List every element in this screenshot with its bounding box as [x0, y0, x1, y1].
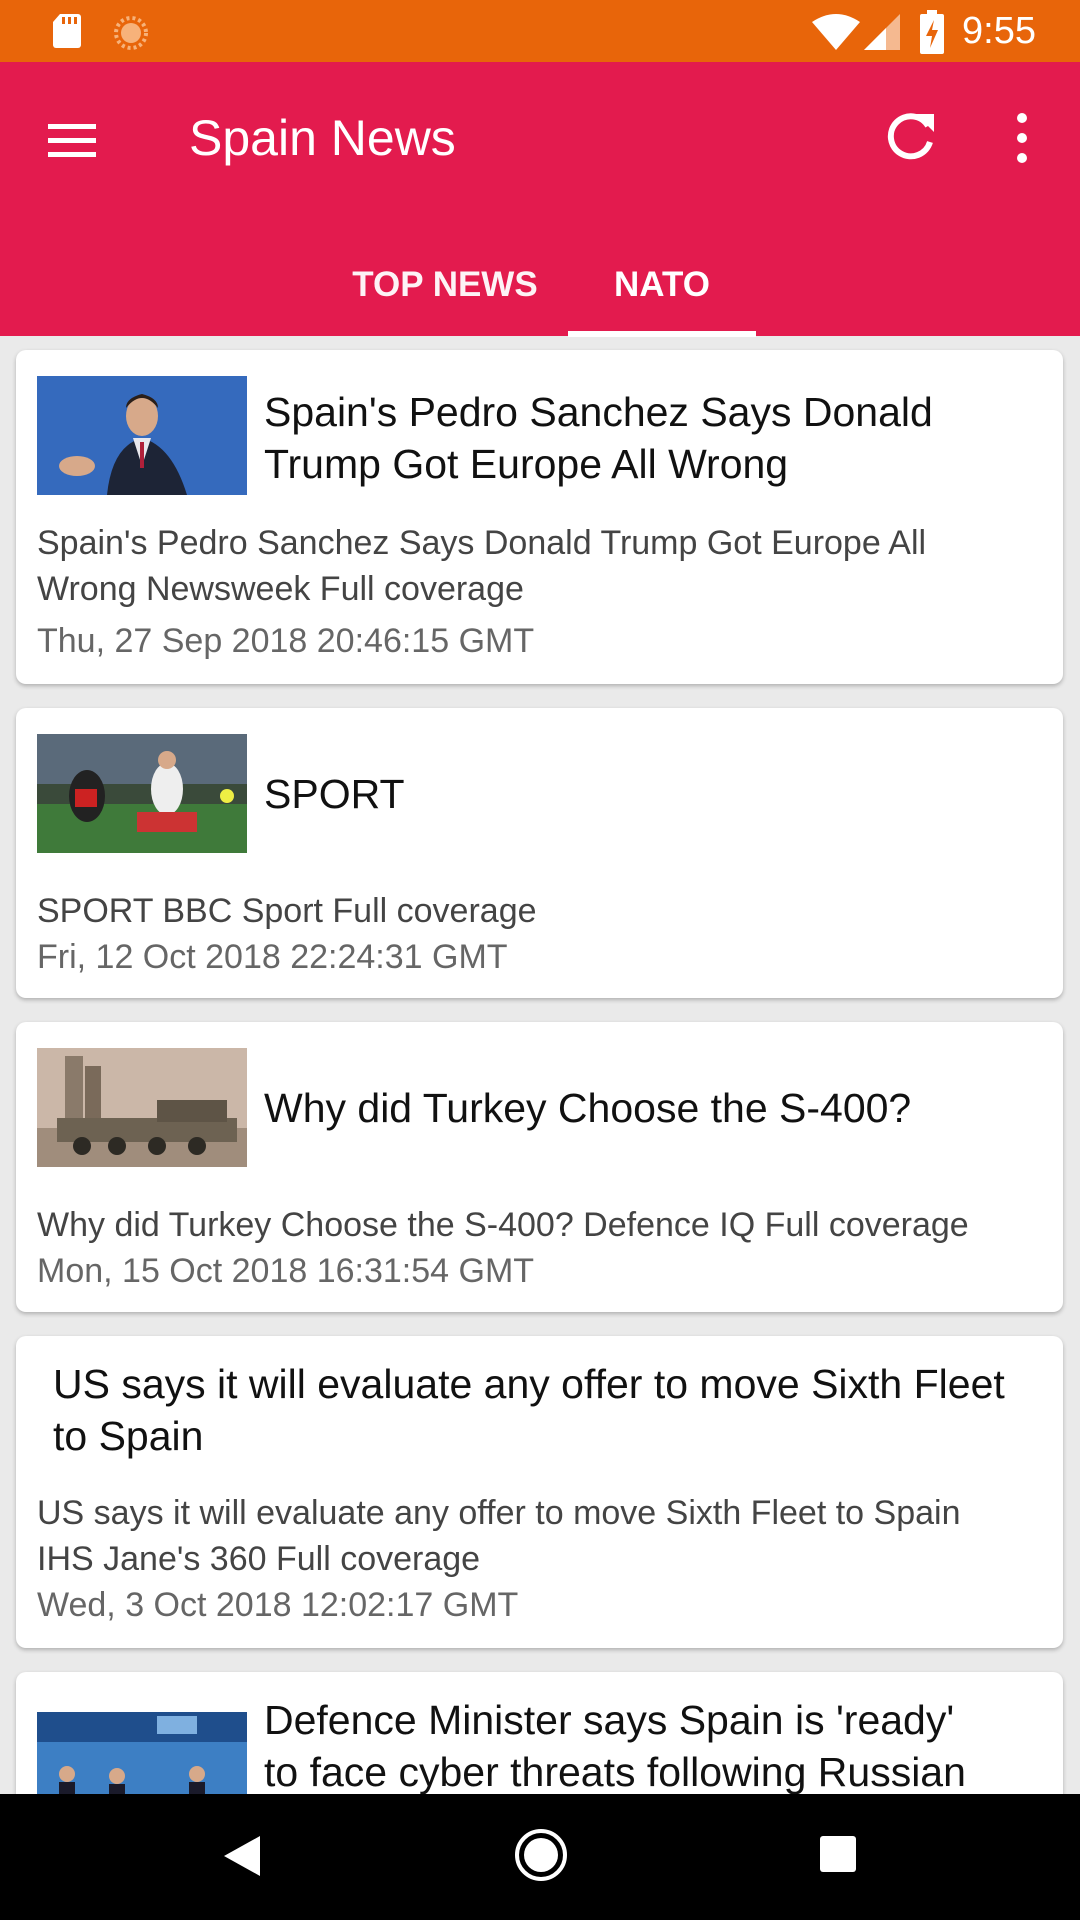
title-line: to face cyber threats following Russian — [264, 1749, 966, 1794]
article-thumbnail — [37, 734, 247, 853]
article-title[interactable]: SPORT — [264, 768, 1024, 820]
article-description: US says it will evaluate any offer to mo… — [37, 1490, 1047, 1582]
article-thumbnail — [37, 376, 247, 495]
description-line: US says it will evaluate any offer to mo… — [37, 1494, 961, 1532]
recents-icon[interactable] — [820, 1836, 856, 1872]
description-line: Why did Turkey Choose the S-400? Defence… — [37, 1206, 969, 1244]
status-time: 9:55 — [962, 10, 1036, 52]
home-icon[interactable] — [514, 1828, 568, 1882]
app-title: Spain News — [189, 110, 456, 166]
refresh-icon[interactable] — [884, 108, 938, 164]
title-line: Defence Minister says Spain is 'ready' — [264, 1697, 955, 1743]
article-title[interactable]: Spain's Pedro Sanchez Says Donald Trump … — [264, 386, 1024, 490]
sd-card-icon — [53, 14, 81, 48]
more-vert-icon[interactable] — [1004, 108, 1040, 168]
article-title[interactable]: Defence Minister says Spain is 'ready' t… — [264, 1694, 1054, 1794]
navigation-bar — [0, 1794, 1080, 1920]
hamburger-menu-icon[interactable] — [44, 112, 100, 168]
article-title[interactable]: Why did Turkey Choose the S-400? — [264, 1082, 1044, 1134]
news-feed[interactable]: Spain's Pedro Sanchez Says Donald Trump … — [0, 336, 1080, 1794]
wifi-icon — [812, 14, 860, 50]
description-line: IHS Jane's 360 Full coverage — [37, 1540, 481, 1578]
battery-charging-icon — [920, 10, 944, 54]
news-card[interactable]: SPORT SPORT BBC Sport Full coverage Fri,… — [16, 708, 1063, 998]
back-icon[interactable] — [222, 1834, 262, 1878]
description-line: Spain's Pedro Sanchez Says Donald Trump … — [37, 524, 927, 562]
signal-icon — [864, 14, 900, 50]
article-title[interactable]: US says it will evaluate any offer to mo… — [53, 1358, 1033, 1462]
news-card[interactable]: Why did Turkey Choose the S-400? Why did… — [16, 1022, 1063, 1312]
tab-top-news[interactable]: TOP NEWS — [338, 248, 552, 336]
sun-icon — [114, 16, 148, 50]
description-line: Wrong Newsweek Full coverage — [37, 570, 524, 608]
article-description: Spain's Pedro Sanchez Says Donald Trump … — [37, 520, 1047, 612]
article-date: Wed, 3 Oct 2018 12:02:17 GMT — [37, 1586, 519, 1624]
article-date: Mon, 15 Oct 2018 16:31:54 GMT — [37, 1252, 535, 1290]
article-description: SPORT BBC Sport Full coverage — [37, 888, 1047, 934]
article-date: Thu, 27 Sep 2018 20:46:15 GMT — [37, 622, 535, 660]
news-card[interactable]: Spain's Pedro Sanchez Says Donald Trump … — [16, 350, 1063, 684]
status-bar: 9:55 — [0, 0, 1080, 62]
article-thumbnail — [37, 1048, 247, 1167]
news-card[interactable]: Defence Minister says Spain is 'ready' t… — [16, 1672, 1063, 1794]
article-description: Why did Turkey Choose the S-400? Defence… — [37, 1202, 1047, 1248]
app-bar: Spain News TOP NEWS NATO — [0, 62, 1080, 337]
description-line: SPORT BBC Sport Full coverage — [37, 892, 537, 930]
article-thumbnail — [37, 1712, 247, 1794]
news-card[interactable]: US says it will evaluate any offer to mo… — [16, 1336, 1063, 1648]
tab-nato[interactable]: NATO — [568, 248, 756, 336]
article-date: Fri, 12 Oct 2018 22:24:31 GMT — [37, 938, 508, 976]
